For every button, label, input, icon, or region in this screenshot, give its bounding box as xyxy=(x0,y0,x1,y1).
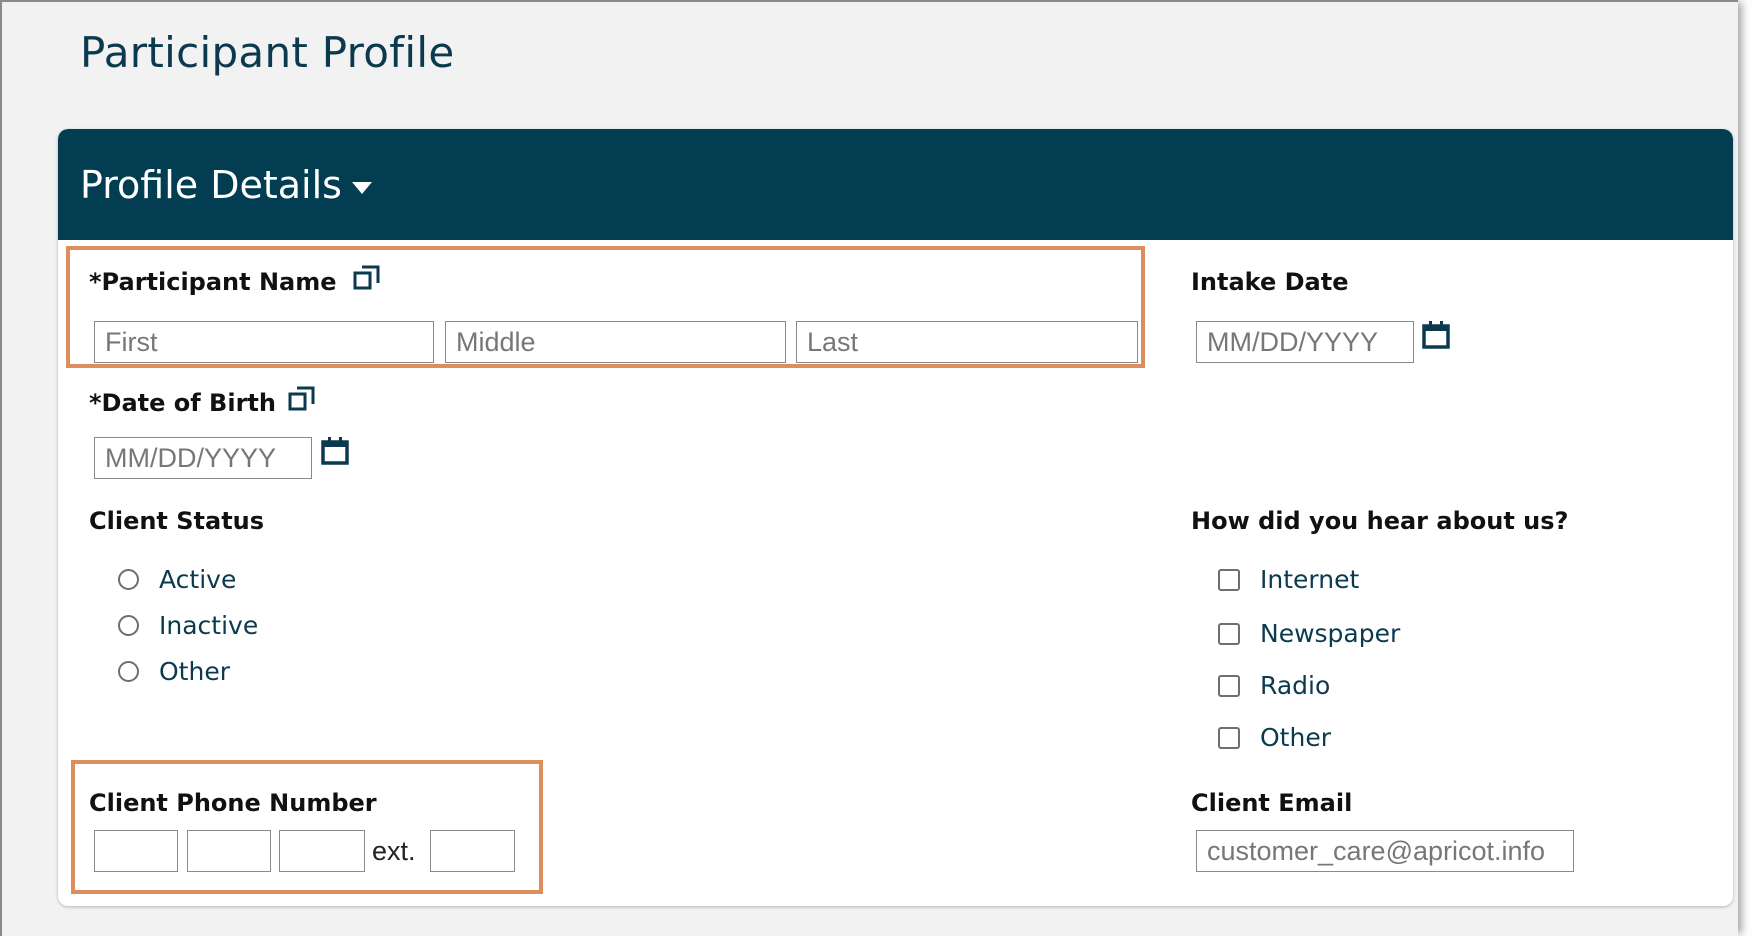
phone-prefix-input[interactable] xyxy=(187,830,271,872)
checkbox[interactable] xyxy=(1218,726,1240,749)
panel-title-toggle[interactable]: Profile Details xyxy=(80,163,372,207)
copy-icon[interactable] xyxy=(287,385,317,415)
last-name-input[interactable]: Last xyxy=(796,321,1138,363)
radio-label: Other xyxy=(159,657,230,686)
date-of-birth-label: *Date of Birth xyxy=(89,389,276,417)
client-status-inactive-option[interactable]: Inactive xyxy=(118,611,258,640)
checkbox[interactable] xyxy=(1218,622,1240,645)
client-email-label: Client Email xyxy=(1191,789,1353,817)
copy-icon[interactable] xyxy=(352,264,382,294)
panel-header[interactable]: Profile Details xyxy=(58,129,1733,240)
checkbox-label: Internet xyxy=(1260,565,1360,594)
radio-button[interactable] xyxy=(118,569,139,590)
participant-name-label: *Participant Name xyxy=(89,268,337,296)
checkbox-label: Radio xyxy=(1260,671,1331,700)
phone-area-code-input[interactable] xyxy=(94,830,178,872)
checkbox[interactable] xyxy=(1218,568,1240,591)
page-title: Participant Profile xyxy=(80,28,455,77)
phone-number-highlight xyxy=(71,760,543,894)
calendar-icon[interactable] xyxy=(320,436,350,466)
client-status-label: Client Status xyxy=(89,507,265,535)
phone-extension-input[interactable] xyxy=(430,830,515,872)
date-of-birth-input[interactable]: MM/DD/YYYY xyxy=(94,437,312,479)
client-email-input[interactable]: customer_care@apricot.info xyxy=(1196,830,1574,872)
radio-label: Inactive xyxy=(159,611,259,640)
radio-button[interactable] xyxy=(118,661,139,682)
intake-date-label: Intake Date xyxy=(1191,268,1349,296)
radio-label: Active xyxy=(159,565,237,594)
hear-about-label: How did you hear about us? xyxy=(1191,507,1569,535)
hear-about-internet-option[interactable]: Internet xyxy=(1218,565,1359,594)
checkbox-label: Other xyxy=(1260,723,1331,752)
caret-down-icon xyxy=(351,181,372,194)
checkbox-label: Newspaper xyxy=(1260,619,1401,648)
middle-name-input[interactable]: Middle xyxy=(445,321,786,363)
first-name-input[interactable]: First xyxy=(94,321,434,363)
client-status-active-option[interactable]: Active xyxy=(118,565,236,594)
checkbox[interactable] xyxy=(1218,674,1240,697)
hear-about-radio-option[interactable]: Radio xyxy=(1218,671,1330,700)
intake-date-input[interactable]: MM/DD/YYYY xyxy=(1196,321,1414,363)
client-status-other-option[interactable]: Other xyxy=(118,657,230,686)
phone-number-label: Client Phone Number xyxy=(89,789,377,817)
app-frame: Participant Profile Profile Details *Par… xyxy=(0,0,1738,936)
hear-about-other-option[interactable]: Other xyxy=(1218,723,1331,752)
phone-ext-label: ext. xyxy=(372,836,416,866)
radio-button[interactable] xyxy=(118,615,139,636)
panel-title: Profile Details xyxy=(80,163,342,207)
phone-line-number-input[interactable] xyxy=(279,830,365,872)
calendar-icon[interactable] xyxy=(1421,320,1451,350)
hear-about-newspaper-option[interactable]: Newspaper xyxy=(1218,619,1400,648)
